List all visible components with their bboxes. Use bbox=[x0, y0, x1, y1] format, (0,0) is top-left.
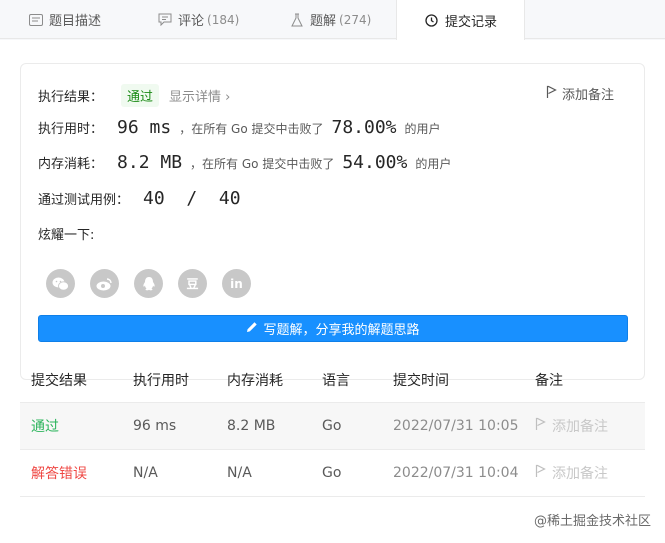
memory-row: 内存消耗： 8.2 MB ，在所有 Go 提交中击败了 54.00% 的用户 bbox=[38, 152, 451, 173]
row-memory: 8.2 MB bbox=[227, 418, 276, 434]
header-time: 提交时间 bbox=[393, 372, 449, 389]
header-note: 备注 bbox=[535, 372, 563, 389]
share-label: 炫耀一下: bbox=[38, 228, 95, 243]
row-note-label: 添加备注 bbox=[552, 466, 608, 482]
row-time: 2022/07/31 10:04 bbox=[393, 465, 519, 481]
row-language: Go bbox=[322, 418, 342, 434]
write-solution-label: 写题解，分享我的解题思路 bbox=[263, 323, 420, 338]
exec-result-row: 执行结果： 通过 显示详情 › bbox=[38, 84, 230, 107]
runtime-prefix: ，在所有 Go 提交中击败了 bbox=[179, 122, 324, 136]
tab-label: 题目描述 bbox=[49, 14, 102, 29]
table-header: 提交结果 执行用时 内存消耗 语言 提交时间 备注 bbox=[20, 357, 645, 403]
pencil-icon bbox=[246, 321, 263, 337]
header-runtime: 执行用时 bbox=[133, 372, 189, 389]
flag-icon bbox=[546, 85, 562, 103]
flag-icon bbox=[535, 417, 552, 435]
add-note-button[interactable]: 添加备注 bbox=[546, 84, 614, 103]
exec-result-label: 执行结果： bbox=[38, 90, 104, 105]
tab-label: 题解 bbox=[310, 14, 337, 29]
tests-value: 40 / 40 bbox=[143, 188, 241, 209]
tab-submissions[interactable]: 提交记录 bbox=[396, 0, 525, 40]
submissions-table: 提交结果 执行用时 内存消耗 语言 提交时间 备注 通过 96 ms 8.2 M… bbox=[20, 357, 645, 497]
tests-row: 通过测试用例： 40 / 40 bbox=[38, 188, 249, 209]
status-badge: 通过 bbox=[121, 84, 160, 107]
show-details-link[interactable]: 显示详情 › bbox=[169, 86, 230, 105]
tests-label: 通过测试用例： bbox=[38, 193, 130, 208]
runtime-percent: 78.00% bbox=[331, 117, 397, 138]
row-status[interactable]: 解答错误 bbox=[31, 450, 87, 496]
row-runtime: 96 ms bbox=[133, 418, 177, 434]
qq-icon[interactable] bbox=[134, 269, 163, 298]
comment-icon bbox=[157, 12, 173, 28]
row-language: Go bbox=[322, 465, 342, 481]
wechat-icon[interactable] bbox=[46, 269, 75, 298]
tab-label: 提交记录 bbox=[444, 14, 497, 30]
row-add-note-button[interactable]: 添加备注 bbox=[535, 450, 608, 496]
memory-prefix: ，在所有 Go 提交中击败了 bbox=[190, 157, 335, 171]
tab-label: 评论 bbox=[178, 14, 205, 29]
memory-percent: 54.00% bbox=[342, 152, 408, 173]
row-memory: N/A bbox=[227, 465, 252, 481]
share-row: 炫耀一下: bbox=[38, 224, 100, 243]
row-runtime: N/A bbox=[133, 465, 158, 481]
linkedin-icon[interactable]: in bbox=[222, 269, 251, 298]
runtime-label: 执行用时： bbox=[38, 122, 104, 137]
row-note-label: 添加备注 bbox=[552, 419, 608, 435]
memory-value: 8.2 MB bbox=[117, 152, 183, 173]
table-row[interactable]: 通过 96 ms 8.2 MB Go 2022/07/31 10:05 添加备注 bbox=[20, 403, 645, 450]
runtime-value: 96 ms bbox=[117, 117, 172, 138]
share-icons: 豆 in bbox=[46, 269, 266, 298]
memory-label: 内存消耗： bbox=[38, 157, 104, 172]
tab-description[interactable]: 题目描述 bbox=[28, 0, 101, 39]
tab-count: (184) bbox=[207, 12, 240, 27]
row-add-note-button[interactable]: 添加备注 bbox=[535, 403, 608, 449]
header-language: 语言 bbox=[322, 372, 350, 389]
tab-comments[interactable]: 评论 (184) bbox=[157, 0, 239, 39]
runtime-suffix: 的用户 bbox=[404, 122, 441, 136]
runtime-row: 执行用时： 96 ms ，在所有 Go 提交中击败了 78.00% 的用户 bbox=[38, 117, 441, 138]
clock-icon bbox=[424, 12, 440, 28]
result-card: 执行结果： 通过 显示详情 › 添加备注 执行用时： 96 ms ，在所有 Go… bbox=[20, 63, 645, 380]
write-solution-button[interactable]: 写题解，分享我的解题思路 bbox=[38, 315, 628, 342]
watermark: @稀土掘金技术社区 bbox=[533, 510, 651, 529]
header-status: 提交结果 bbox=[31, 372, 87, 389]
row-status[interactable]: 通过 bbox=[31, 403, 59, 449]
memory-suffix: 的用户 bbox=[415, 157, 452, 171]
douban-icon[interactable]: 豆 bbox=[178, 269, 207, 298]
add-note-label: 添加备注 bbox=[561, 88, 614, 103]
description-icon bbox=[28, 12, 44, 28]
tab-bar: 题目描述 评论 (184) 题解 (274) 提交记录 bbox=[0, 0, 665, 40]
tab-solutions[interactable]: 题解 (274) bbox=[289, 0, 371, 39]
weibo-icon[interactable] bbox=[90, 269, 119, 298]
flag-icon bbox=[535, 464, 552, 482]
flask-icon bbox=[289, 12, 305, 28]
table-row[interactable]: 解答错误 N/A N/A Go 2022/07/31 10:04 添加备注 bbox=[20, 450, 645, 497]
tab-count: (274) bbox=[339, 12, 372, 27]
header-memory: 内存消耗 bbox=[227, 372, 283, 389]
row-time: 2022/07/31 10:05 bbox=[393, 418, 519, 434]
